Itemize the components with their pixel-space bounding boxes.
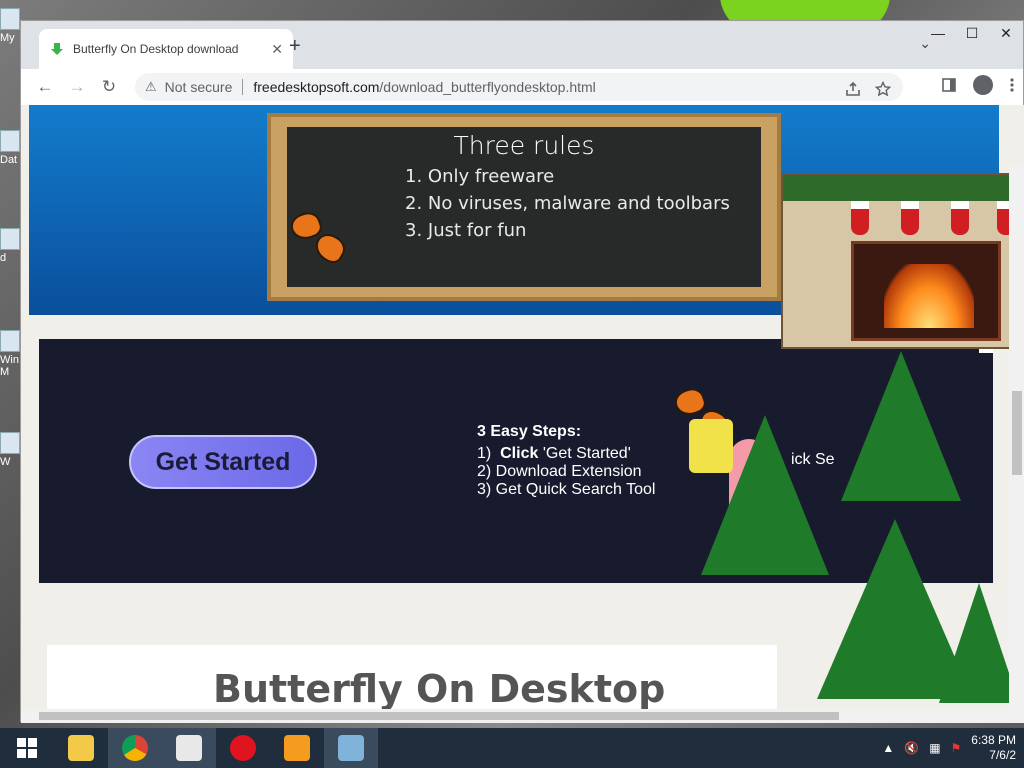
minimize-button[interactable]: —: [921, 21, 955, 45]
maximize-button[interactable]: ☐: [955, 21, 989, 45]
share-icon[interactable]: [845, 81, 861, 97]
clock[interactable]: 6:38 PM 7/6/2: [971, 733, 1016, 763]
omnibox-actions: [845, 81, 891, 97]
get-started-button[interactable]: Get Started: [129, 435, 317, 489]
taskbar-chrome[interactable]: [108, 728, 162, 768]
warning-icon[interactable]: ⚠: [145, 79, 157, 95]
url-text[interactable]: freedesktopsoft.com/download_butterflyon…: [253, 79, 595, 95]
horizontal-scrollbar[interactable]: [21, 709, 1024, 723]
url-domain: freedesktopsoft.com: [253, 79, 380, 95]
ad-step-2: 2) Download Extension: [477, 463, 642, 480]
windows-logo-icon: [17, 738, 37, 758]
stocking-3: [951, 201, 969, 235]
folder-icon: [68, 735, 94, 761]
horizontal-scroll-thumb[interactable]: [39, 712, 839, 720]
ad-steps-title: 3 Easy Steps:: [477, 423, 582, 440]
network-app-icon: [338, 735, 364, 761]
close-window-button[interactable]: ✕: [989, 21, 1023, 45]
vertical-scrollbar[interactable]: [1009, 165, 1024, 723]
forward-button[interactable]: →: [61, 73, 93, 101]
toolbar-right: [941, 75, 1015, 95]
desktop-icon-dat[interactable]: Dat: [0, 130, 22, 166]
tab-strip: Butterfly On Desktop download ✕ + ⌄ — ☐ …: [21, 21, 1023, 69]
garland: [783, 175, 1023, 201]
butterfly-image: [287, 208, 351, 273]
taskbar-network-app[interactable]: [324, 728, 378, 768]
media-player-icon: [284, 735, 310, 761]
security-label[interactable]: Not secure: [165, 79, 244, 95]
notification-icon[interactable]: ⚑: [951, 741, 962, 755]
christmas-tree-4: [939, 583, 1019, 703]
ad-steps: 3 Easy Steps: 1) Click 'Get Started' 2) …: [477, 423, 655, 499]
desktop-icon-w[interactable]: W: [0, 432, 22, 468]
start-button[interactable]: [0, 728, 54, 768]
browser-window: Butterfly On Desktop download ✕ + ⌄ — ☐ …: [20, 20, 1024, 723]
tab-active[interactable]: Butterfly On Desktop download ✕: [39, 29, 293, 69]
taskbar-file-explorer[interactable]: [54, 728, 108, 768]
ad-step-1: 1) Click 'Get Started': [477, 445, 631, 462]
tab-close-icon[interactable]: ✕: [271, 41, 283, 58]
vertical-scroll-thumb[interactable]: [1012, 391, 1022, 475]
stocking-1: [851, 201, 869, 235]
desktop-icon-d[interactable]: d: [0, 228, 22, 264]
rule-2: 2. No viruses, malware and toolbars: [405, 193, 730, 214]
clock-time: 6:38 PM: [971, 733, 1016, 747]
volume-muted-icon[interactable]: 🔇: [904, 741, 919, 755]
christmas-tree-2: [701, 415, 829, 575]
rule-1: 1. Only freeware: [405, 166, 555, 187]
browser-toolbar: ← → ↻ ⚠ Not secure freedesktopsoft.com/d…: [21, 69, 1023, 105]
taskbar: ▲ 🔇 ▦ ⚑ 6:38 PM 7/6/2: [0, 728, 1024, 768]
hearth: [851, 241, 1001, 341]
download-icon: [51, 43, 63, 55]
window-icon: [176, 735, 202, 761]
taskbar-media[interactable]: [270, 728, 324, 768]
opera-icon: [230, 735, 256, 761]
new-tab-button[interactable]: +: [289, 35, 301, 58]
rule-3: 3. Just for fun: [405, 220, 527, 241]
chrome-icon: [122, 735, 148, 761]
tab-title: Butterfly On Desktop download: [73, 42, 239, 56]
chalkboard-title: Three rules: [453, 131, 595, 160]
system-tray: ▲ 🔇 ▦ ⚑ 6:38 PM 7/6/2: [882, 728, 1024, 768]
desktop-icon-win[interactable]: Win M: [0, 330, 22, 378]
taskbar-window[interactable]: [162, 728, 216, 768]
stocking-2: [901, 201, 919, 235]
back-button[interactable]: ←: [29, 73, 61, 101]
desktop-icon-my[interactable]: My: [0, 8, 22, 44]
christmas-tree-1: [841, 351, 961, 501]
fireplace-widget[interactable]: [781, 173, 1024, 349]
reload-button[interactable]: ↻: [93, 73, 125, 101]
kebab-menu-icon[interactable]: [1009, 77, 1015, 93]
window-controls: — ☐ ✕: [921, 21, 1023, 45]
network-icon[interactable]: ▦: [929, 741, 940, 755]
url-path: /download_butterflyondesktop.html: [379, 79, 596, 95]
taskbar-opera[interactable]: [216, 728, 270, 768]
clock-date: 7/6/2: [989, 748, 1016, 762]
page-viewport: Three rules 1. Only freeware 2. No virus…: [21, 105, 1024, 723]
profile-avatar[interactable]: [973, 75, 993, 95]
side-panel-icon[interactable]: [941, 77, 957, 93]
address-bar[interactable]: ⚠ Not secure freedesktopsoft.com/downloa…: [135, 73, 903, 101]
tray-chevron-icon[interactable]: ▲: [882, 741, 894, 755]
bookmark-star-icon[interactable]: [875, 81, 891, 97]
ad-step-3: 3) Get Quick Search Tool: [477, 481, 656, 498]
page-title: Butterfly On Desktop: [213, 667, 666, 711]
fire: [884, 264, 974, 328]
